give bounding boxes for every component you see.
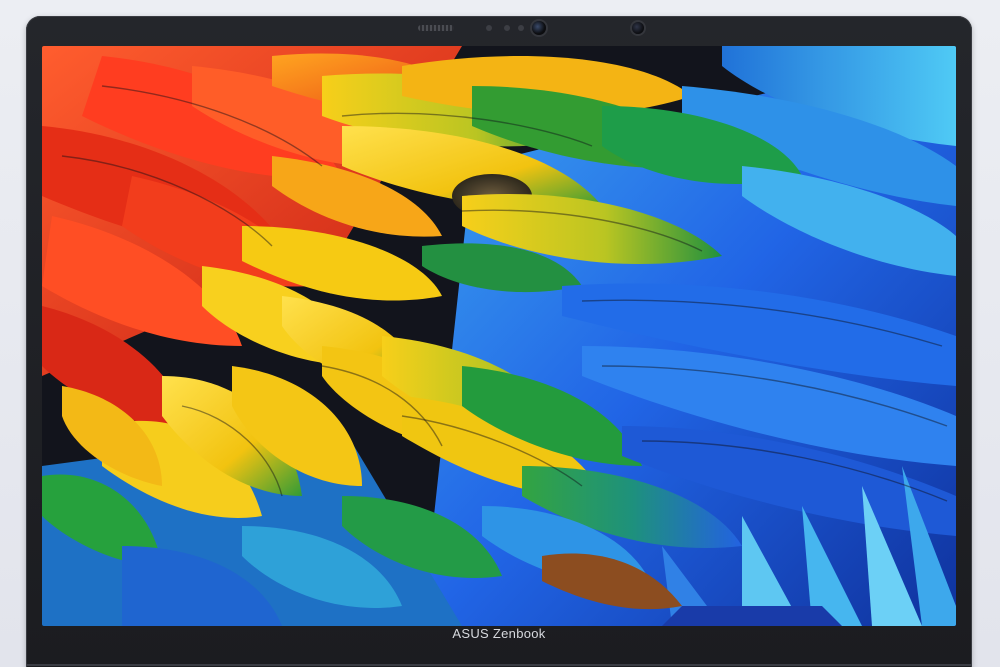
brand-logo-text: ASUS Zenbook: [452, 626, 546, 641]
ambient-light-sensor-icon: [486, 25, 492, 31]
proximity-sensor-icon: [518, 25, 524, 31]
ir-camera-icon: [632, 22, 644, 34]
laptop-lid: ASUS Zenbook: [26, 16, 972, 667]
indicator-light-icon: [504, 25, 510, 31]
top-bezel: [26, 16, 972, 46]
feather-wallpaper: [42, 46, 956, 626]
hinge: [26, 664, 972, 666]
product-photo-scene: ASUS Zenbook: [0, 0, 1000, 667]
laptop-display: [42, 46, 956, 626]
webcam-icon: [532, 21, 546, 35]
microphone-grille-icon: [418, 25, 454, 31]
